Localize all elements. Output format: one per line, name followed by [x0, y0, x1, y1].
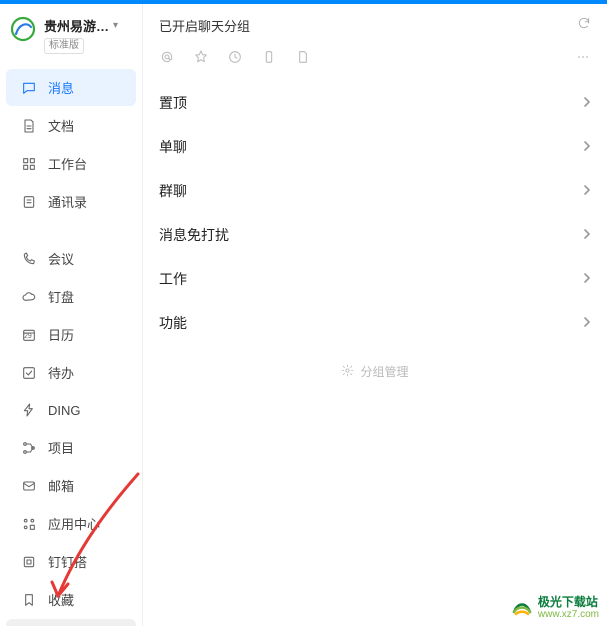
nav-mail[interactable]: 邮箱	[6, 467, 136, 504]
chevron-right-icon	[583, 183, 591, 199]
more-filters-icon[interactable]	[575, 49, 591, 65]
nav-label: 消息	[48, 78, 74, 97]
group-label: 功能	[159, 313, 187, 333]
chevron-right-icon	[583, 139, 591, 155]
org-plan-badge: 标准版	[44, 38, 84, 54]
chevron-right-icon	[583, 95, 591, 111]
chevron-right-icon	[583, 315, 591, 331]
bookmark-icon	[20, 591, 38, 609]
nav-label: 日历	[48, 325, 74, 344]
nav-drive[interactable]: 钉盘	[6, 278, 136, 315]
group-manage[interactable]: 分组管理	[143, 349, 607, 394]
check-icon	[20, 364, 38, 382]
nav-more[interactable]: 更多	[6, 619, 136, 626]
nav-calendar[interactable]: 29 日历	[6, 316, 136, 353]
calendar-icon: 29	[20, 326, 38, 344]
nav-app-center[interactable]: 应用中心	[6, 505, 136, 542]
watermark-title: 极光下载站	[538, 596, 599, 609]
contacts-icon	[20, 193, 38, 211]
main-header: 已开启聊天分组	[143, 4, 607, 43]
org-info: 贵州易游… ▾ 标准版	[44, 16, 132, 54]
refresh-icon[interactable]	[577, 16, 591, 35]
nav-project[interactable]: 项目	[6, 429, 136, 466]
watermark-url: www.xz7.com	[538, 609, 599, 620]
nav-todo[interactable]: 待办	[6, 354, 136, 391]
nav-label: 应用中心	[48, 514, 100, 533]
app-root: 贵州易游… ▾ 标准版 消息 文档 工作台 通讯录	[0, 0, 607, 626]
group-label: 置顶	[159, 93, 187, 113]
watermark: 极光下载站 www.xz7.com	[510, 596, 599, 620]
nav-label: DING	[48, 403, 81, 418]
nav-label: 收藏	[48, 590, 74, 609]
nav-label: 邮箱	[48, 476, 74, 495]
group-group-chat[interactable]: 群聊	[143, 169, 607, 213]
watermark-logo-icon	[510, 596, 534, 620]
nav-contacts[interactable]: 通讯录	[6, 183, 136, 220]
nav-documents[interactable]: 文档	[6, 107, 136, 144]
group-manage-label: 分组管理	[360, 363, 408, 380]
org-logo	[10, 16, 36, 42]
group-single-chat[interactable]: 单聊	[143, 125, 607, 169]
group-function[interactable]: 功能	[143, 301, 607, 345]
group-pinned[interactable]: 置顶	[143, 81, 607, 125]
nav-dingda[interactable]: 钉钉搭	[6, 543, 136, 580]
nav-label: 文档	[48, 116, 74, 135]
nav-ding[interactable]: DING	[6, 392, 136, 428]
nav-label: 通讯录	[48, 192, 87, 211]
project-icon	[20, 439, 38, 457]
group-list: 置顶 单聊 群聊 消息免打扰 工作 功能	[143, 77, 607, 349]
sidebar: 贵州易游… ▾ 标准版 消息 文档 工作台 通讯录	[0, 0, 143, 626]
grid-icon	[20, 155, 38, 173]
nav-label: 待办	[48, 363, 74, 382]
nav-meeting[interactable]: 会议	[6, 240, 136, 277]
phone-icon	[20, 250, 38, 268]
nav-label: 会议	[48, 249, 74, 268]
apps-icon	[20, 515, 38, 533]
clock-icon[interactable]	[227, 49, 243, 65]
nav-messages[interactable]: 消息	[6, 69, 136, 106]
file-icon[interactable]	[295, 49, 311, 65]
main-panel: 已开启聊天分组 置顶 单聊 群聊 消息免打扰	[143, 0, 607, 626]
nav-favorites[interactable]: 收藏	[6, 581, 136, 618]
document-icon	[20, 117, 38, 135]
group-work[interactable]: 工作	[143, 257, 607, 301]
chevron-down-icon: ▾	[113, 20, 118, 31]
cloud-icon	[20, 288, 38, 306]
nav-label: 项目	[48, 438, 74, 457]
filter-icon-row	[143, 43, 607, 77]
nav-workbench[interactable]: 工作台	[6, 145, 136, 182]
chevron-right-icon	[583, 227, 591, 243]
gear-icon	[341, 364, 354, 380]
device-icon[interactable]	[261, 49, 277, 65]
build-icon	[20, 553, 38, 571]
group-label: 群聊	[159, 181, 187, 201]
titlebar	[0, 0, 607, 4]
main-title: 已开启聊天分组	[159, 16, 250, 35]
at-icon[interactable]	[159, 49, 175, 65]
group-label: 单聊	[159, 137, 187, 157]
mail-icon	[20, 477, 38, 495]
star-icon[interactable]	[193, 49, 209, 65]
nav-list: 消息 文档 工作台 通讯录 会议 钉盘	[0, 62, 142, 626]
org-name: 贵州易游…	[44, 16, 109, 35]
message-icon	[20, 79, 38, 97]
group-label: 工作	[159, 269, 187, 289]
org-switcher[interactable]: 贵州易游… ▾ 标准版	[0, 4, 142, 62]
group-dnd[interactable]: 消息免打扰	[143, 213, 607, 257]
nav-label: 工作台	[48, 154, 87, 173]
group-label: 消息免打扰	[159, 225, 229, 245]
bolt-icon	[20, 401, 38, 419]
nav-label: 钉钉搭	[48, 552, 87, 571]
nav-label: 钉盘	[48, 287, 74, 306]
chevron-right-icon	[583, 271, 591, 287]
